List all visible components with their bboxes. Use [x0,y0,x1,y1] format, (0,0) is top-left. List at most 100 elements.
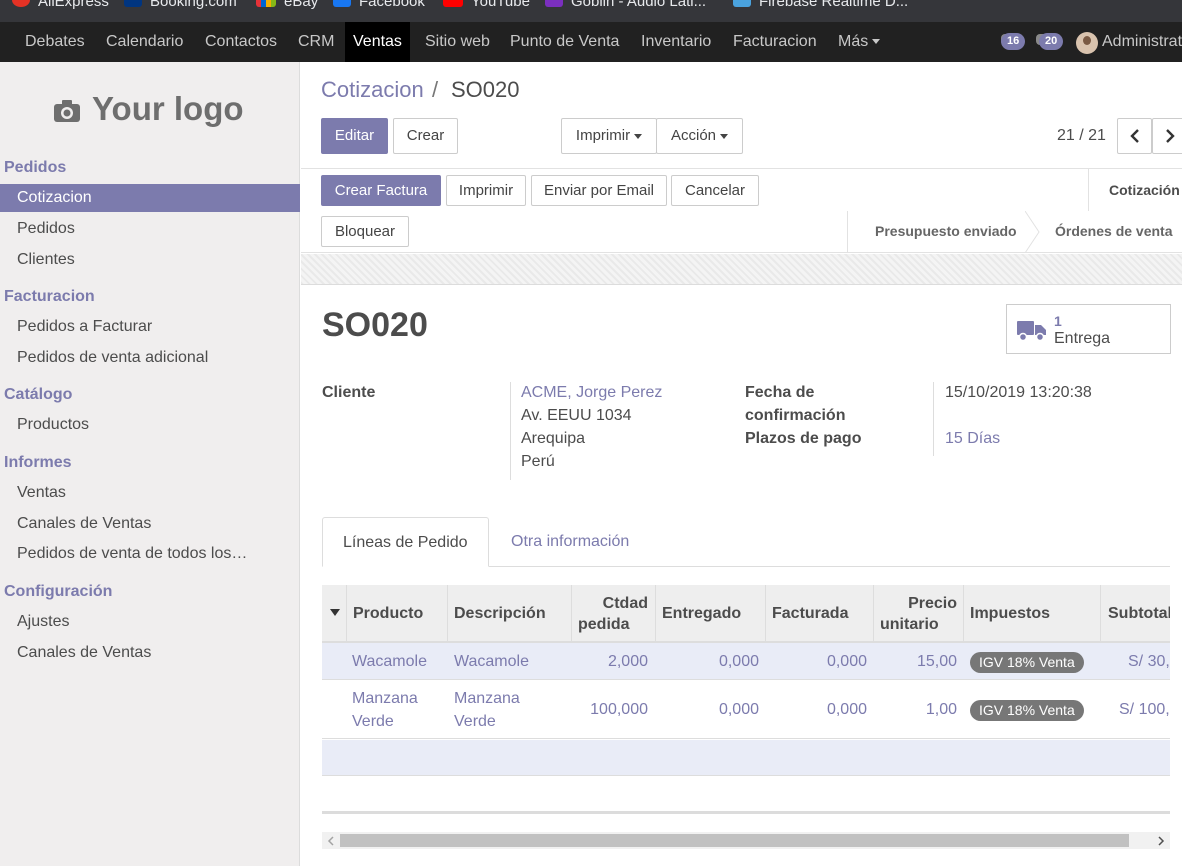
lock-button[interactable]: Bloquear [321,216,409,247]
menu-calendario[interactable]: Calendario [106,22,183,62]
sidebar-item-pedidos-a-facturar[interactable]: Pedidos a Facturar [0,313,300,341]
menu-facturacion[interactable]: Facturacion [733,22,817,62]
stage-divider [1088,169,1089,211]
row2-delivered: 0,000 [718,701,759,718]
sheet-background [301,254,1182,284]
breadcrumb-parent[interactable]: Cotizacion [321,77,424,103]
customer-address-street: Av. EEUU 1034 [521,407,632,424]
scroll-right-icon[interactable] [1157,836,1165,846]
column-divider [447,585,448,643]
stage-divider [847,211,848,253]
confirmation-date-label: Fecha de [745,384,815,401]
camera-icon [54,100,80,122]
sidebar-item-clientes[interactable]: Clientes [0,246,300,274]
create-button[interactable]: Crear [393,118,458,154]
sidebar-item-productos[interactable]: Productos [0,411,300,439]
bookmark-facebook[interactable]: Facebook [333,0,425,10]
print-dropdown[interactable]: Imprimir [561,118,657,154]
bookmarks-bar: AliExpress Booking.com eBay Facebook You… [0,0,1182,22]
customer-label: Cliente [322,384,376,401]
column-header-invoiced[interactable]: Facturada [772,585,848,643]
pager-next-button[interactable] [1152,118,1182,154]
pager-previous-button[interactable] [1117,118,1152,154]
row1-qty: 2,000 [607,653,648,670]
stage-ordenes-de-venta[interactable]: Órdenes de venta [1055,223,1173,239]
sidebar-item-config-canales-de-ventas[interactable]: Canales de Ventas [0,639,300,667]
menu-contactos[interactable]: Contactos [205,22,277,62]
bookmark-goblin[interactable]: Goblin - Audio Lati... [545,0,706,10]
bookmark-booking[interactable]: Booking.com [124,0,237,10]
horizontal-scrollbar[interactable] [322,832,1170,849]
customer-address-city: Arequipa [521,430,586,447]
chevron-left-icon [1129,129,1139,143]
action-dropdown[interactable]: Acción [656,118,743,154]
column-header-price-line2: unitario [880,616,939,633]
delivery-smart-button[interactable]: 1 Entrega [1006,304,1171,354]
truck-icon [1017,321,1046,342]
row2-invoiced: 0,000 [826,701,867,718]
menu-inventario[interactable]: Inventario [641,22,711,62]
sidebar-item-pedidos-venta-adicional[interactable]: Pedidos de venta adicional [0,344,300,372]
tab-lineas-de-pedido[interactable]: Líneas de Pedido [322,517,489,567]
menu-mas[interactable]: Más [838,22,881,62]
scrollbar-thumb[interactable] [340,834,1129,847]
edit-button[interactable]: Editar [321,118,388,154]
bookmark-firebase[interactable]: Firebase Realtime D... [733,0,908,10]
column-header-description[interactable]: Descripción [454,585,546,643]
payment-terms-link[interactable]: 15 Días [945,430,1000,448]
row2-product-line2: Verde [352,713,394,730]
sidebar-item-canales-de-ventas[interactable]: Canales de Ventas [0,510,300,538]
stage-cotizacion[interactable]: Cotización [1109,182,1180,198]
scroll-left-icon[interactable] [327,836,335,846]
column-header-qty-line1: Ctdad [602,595,648,612]
print-button[interactable]: Imprimir [446,175,526,206]
pager-value[interactable]: 21 / 21 [1057,127,1106,145]
create-invoice-button[interactable]: Crear Factura [321,175,441,206]
messages-badge[interactable]: 20 [1039,33,1064,50]
column-header-delivered[interactable]: Entregado [662,585,741,643]
menu-mas-label: Más [838,33,869,50]
form-statusbar: Crear Factura Imprimir Enviar por Email … [301,168,1182,253]
sidebar-item-pedidos-todos[interactable]: Pedidos de venta de todos los… [0,540,300,568]
menu-sitio-web[interactable]: Sitio web [425,22,490,62]
sidebar-item-pedidos[interactable]: Pedidos [0,215,300,243]
bookmark-ebay[interactable]: eBay [256,0,318,10]
sidebar-item-ajustes[interactable]: Ajustes [0,608,300,636]
column-header-subtotal[interactable]: Subtotal [1108,585,1170,643]
table-sort-toggle[interactable] [322,585,346,643]
caret-down-icon [330,609,340,616]
send-email-button[interactable]: Enviar por Email [531,175,667,206]
row2-product[interactable]: Manzana [352,690,418,708]
bookmark-youtube[interactable]: YouTube [443,0,530,10]
confirmation-date-label-2: confirmación [745,407,846,424]
row2-qty: 100,000 [590,701,648,718]
user-avatar[interactable] [1076,32,1098,54]
column-header-product[interactable]: Producto [353,585,423,643]
row1-price: 15,00 [916,653,957,670]
stage-arrow-icon [1025,211,1040,253]
menu-crm[interactable]: CRM [298,22,334,62]
row2-description-line2: Verde [454,713,496,730]
chevron-down-icon [634,133,643,139]
sidebar: Your logo Pedidos Cotizacion Pedidos Cli… [0,62,300,866]
tab-otra-informacion[interactable]: Otra información [511,533,629,551]
customer-link[interactable]: ACME, Jorge Perez [521,384,662,402]
column-divider [346,585,347,643]
column-divider [655,585,656,643]
row1-subtotal: S/ 30, [1128,653,1170,670]
table-empty-row[interactable] [322,740,1170,776]
sidebar-item-ventas[interactable]: Ventas [0,479,300,507]
cancel-button[interactable]: Cancelar [671,175,759,206]
user-menu[interactable]: Administrat [1102,22,1182,62]
record-title: SO020 [322,306,428,344]
customer-address-country: Perú [521,453,555,470]
bookmark-aliexpress[interactable]: AliExpress [12,0,109,10]
menu-ventas[interactable]: Ventas [345,22,410,62]
sidebar-item-cotizacion[interactable]: Cotizacion [0,184,300,212]
activity-badge[interactable]: 16 [1001,33,1026,50]
menu-punto-de-venta[interactable]: Punto de Venta [510,22,619,62]
stage-presupuesto-enviado[interactable]: Presupuesto enviado [875,223,1017,239]
menu-debates[interactable]: Debates [25,22,85,62]
row1-product[interactable]: Wacamole [352,653,427,671]
column-header-taxes[interactable]: Impuestos [970,585,1050,643]
